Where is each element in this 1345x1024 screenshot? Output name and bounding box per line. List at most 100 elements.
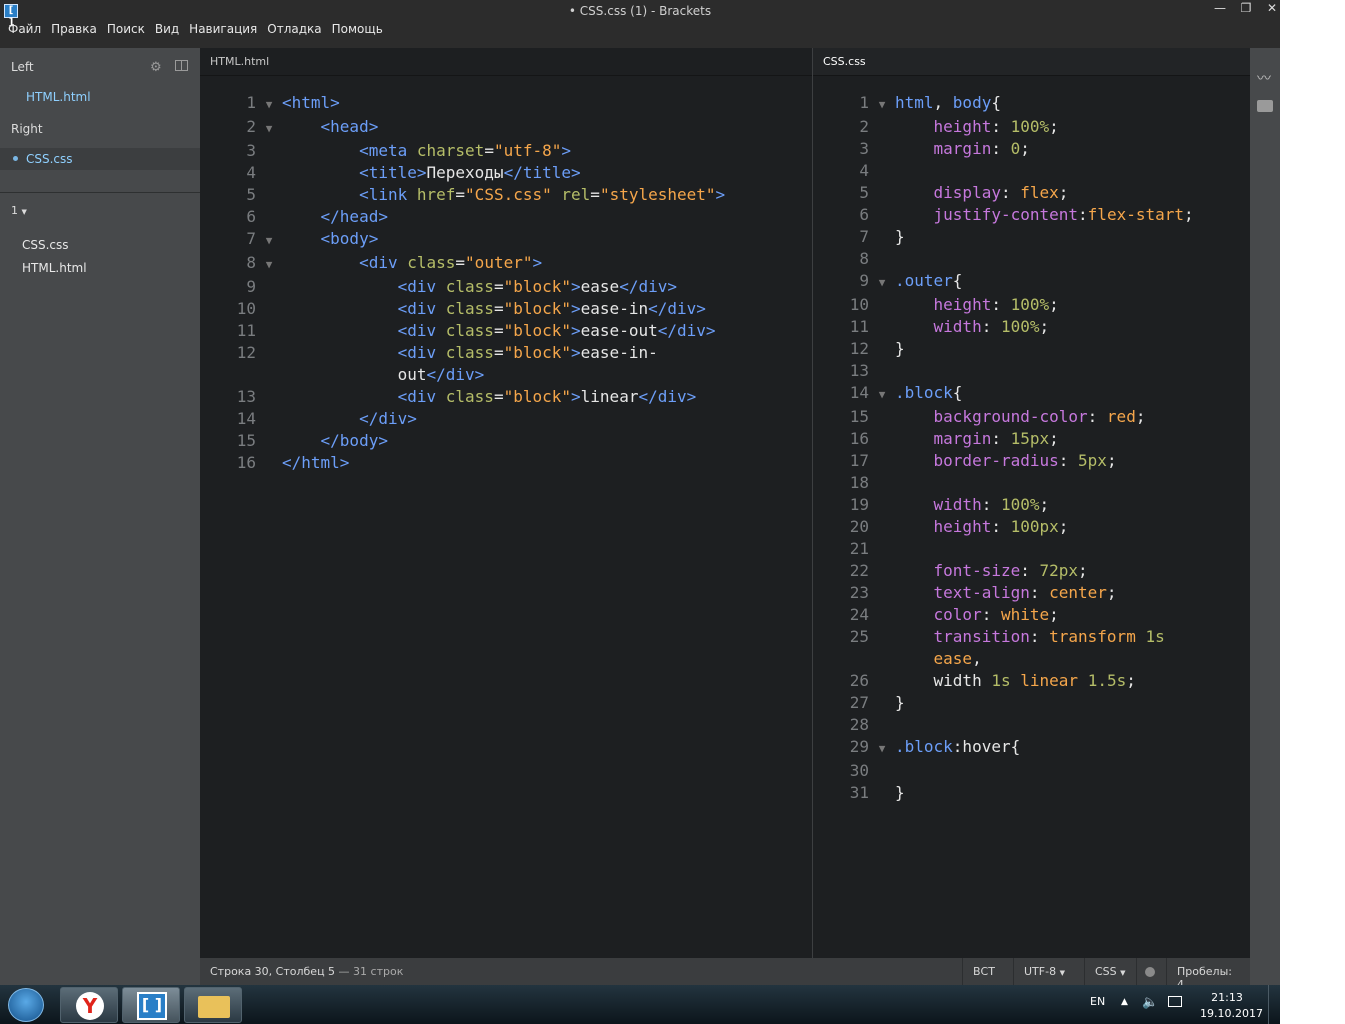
html-code-line[interactable]: 14 </div> bbox=[200, 408, 725, 430]
line-number: 3 bbox=[246, 141, 256, 160]
insert-mode-toggle[interactable]: ВСТ bbox=[962, 958, 1005, 985]
menu-debug[interactable]: Отладка bbox=[263, 22, 325, 36]
css-code-line[interactable]: 1 ▼ html, body{ bbox=[813, 92, 1194, 116]
start-button[interactable] bbox=[8, 988, 44, 1022]
left-editor-pane[interactable]: HTML.html 1 ▼ <html> 2 ▼ <head> 3 <meta chars… bbox=[200, 48, 812, 958]
html-code-line[interactable]: 4 <title>Переходы</title> bbox=[200, 162, 725, 184]
project-file-html[interactable]: HTML.html bbox=[22, 261, 87, 275]
fold-arrow-icon[interactable]: ▼ bbox=[256, 118, 282, 140]
css-code-line[interactable]: 4 bbox=[813, 160, 1194, 182]
gear-icon[interactable]: ⚙ bbox=[150, 60, 162, 75]
taskbar-yandex[interactable]: Y bbox=[60, 987, 118, 1023]
working-file-html[interactable]: HTML.html bbox=[26, 90, 91, 104]
taskbar-explorer[interactable] bbox=[184, 987, 242, 1023]
css-code-line[interactable]: 18 bbox=[813, 472, 1194, 494]
html-code-line[interactable]: 9 <div class="block">ease</div> bbox=[200, 276, 725, 298]
css-code-line[interactable]: 10 height: 100%; bbox=[813, 294, 1194, 316]
html-code-line[interactable]: 5 <link href="CSS.css" rel="stylesheet"> bbox=[200, 184, 725, 206]
html-code-line[interactable]: 15 </body> bbox=[200, 430, 725, 452]
encoding-select[interactable]: UTF-8 ▼ bbox=[1013, 958, 1075, 985]
css-code-line[interactable]: 23 text-align: center; bbox=[813, 582, 1194, 604]
menu-find[interactable]: Поиск bbox=[103, 22, 149, 36]
css-code-line[interactable]: 8 bbox=[813, 248, 1194, 270]
tray-expand-icon[interactable]: ▲ bbox=[1121, 997, 1128, 1007]
css-code-line[interactable]: 12} bbox=[813, 338, 1194, 360]
html-code-line[interactable]: 16 </html> bbox=[200, 452, 725, 474]
css-code-line[interactable]: 11 width: 100%; bbox=[813, 316, 1194, 338]
right-editor-pane[interactable]: CSS.css 1 ▼ html, body{2 height: 100%; 3 ma… bbox=[813, 48, 1250, 958]
html-code-line[interactable]: 7 ▼ <body> bbox=[200, 228, 725, 252]
css-code-line[interactable]: 25 transition: transform 1s bbox=[813, 626, 1194, 648]
html-code-line[interactable]: 10 <div class="block">ease-in</div> bbox=[200, 298, 725, 320]
html-code-line[interactable]: 8 ▼ <div class="outer"> bbox=[200, 252, 725, 276]
html-code-line[interactable]: 2 ▼ <head> bbox=[200, 116, 725, 140]
fold-arrow-icon[interactable]: ▼ bbox=[869, 94, 895, 116]
css-code-line[interactable]: 16 margin: 15px; bbox=[813, 428, 1194, 450]
indent-spaces[interactable]: Пробелы: 4 bbox=[1166, 958, 1250, 985]
network-icon[interactable] bbox=[1168, 996, 1182, 1007]
css-code-line[interactable]: 20 height: 100px; bbox=[813, 516, 1194, 538]
html-code-line[interactable]: 11 <div class="block">ease-out</div> bbox=[200, 320, 725, 342]
maximize-button[interactable]: ❐ bbox=[1233, 0, 1259, 18]
css-code-line[interactable]: ease, bbox=[813, 648, 1194, 670]
left-pane-tab[interactable]: HTML.html bbox=[200, 48, 812, 76]
css-code-line[interactable]: 28 bbox=[813, 714, 1194, 736]
css-code-line[interactable]: 22 font-size: 72px; bbox=[813, 560, 1194, 582]
html-code-line[interactable]: 3 <meta charset="utf-8"> bbox=[200, 140, 725, 162]
css-code-line[interactable]: 9 ▼ .outer{ bbox=[813, 270, 1194, 294]
menu-navigate[interactable]: Навигация bbox=[185, 22, 261, 36]
show-desktop-button[interactable] bbox=[1268, 985, 1280, 1024]
language-indicator[interactable]: EN bbox=[1090, 995, 1105, 1008]
css-code-line[interactable]: 15 background-color: red; bbox=[813, 406, 1194, 428]
html-code-line[interactable]: out</div> bbox=[200, 364, 725, 386]
html-code-editor[interactable]: 1 ▼ <html> 2 ▼ <head> 3 <meta charset="utf-8"… bbox=[200, 92, 725, 474]
css-code-line[interactable]: 17 border-radius: 5px; bbox=[813, 450, 1194, 472]
working-file-css[interactable]: CSS.css bbox=[26, 152, 73, 166]
menu-help[interactable]: Помощь bbox=[328, 22, 387, 36]
fold-arrow-icon[interactable]: ▼ bbox=[869, 738, 895, 760]
taskbar-brackets[interactable]: [ ] bbox=[122, 987, 180, 1023]
sidebar-divider bbox=[0, 192, 200, 193]
volume-icon[interactable]: 🔈 bbox=[1142, 995, 1158, 1010]
css-code-line[interactable]: 7} bbox=[813, 226, 1194, 248]
html-code-line[interactable]: 1 ▼ <html> bbox=[200, 92, 725, 116]
menu-view[interactable]: Вид bbox=[151, 22, 183, 36]
css-code-editor[interactable]: 1 ▼ html, body{2 height: 100%; 3 margin: 0;… bbox=[813, 92, 1194, 804]
language-select[interactable]: CSS ▼ bbox=[1084, 958, 1136, 985]
html-code-line[interactable]: 13 <div class="block">linear</div> bbox=[200, 386, 725, 408]
css-code-line[interactable]: 6 justify-content:flex-start; bbox=[813, 204, 1193, 226]
menu-file[interactable]: Файл bbox=[4, 22, 45, 36]
html-code-line[interactable]: 12 <div class="block">ease-in- bbox=[200, 342, 725, 364]
css-code-line[interactable]: 29 ▼ .block:hover{ bbox=[813, 736, 1194, 760]
css-code-line[interactable]: 21 bbox=[813, 538, 1194, 560]
menu-edit[interactable]: Правка bbox=[47, 22, 101, 36]
css-code-line[interactable]: 27} bbox=[813, 692, 1194, 714]
split-view-icon[interactable] bbox=[175, 60, 188, 71]
html-code-line[interactable]: 6 </head> bbox=[200, 206, 725, 228]
clock[interactable]: 21:13 19.10.2017 bbox=[1200, 990, 1263, 1022]
fold-arrow-icon[interactable]: ▼ bbox=[869, 272, 895, 294]
fold-arrow-icon[interactable]: ▼ bbox=[256, 94, 282, 116]
css-code-line[interactable]: 31} bbox=[813, 782, 1194, 804]
minimize-button[interactable]: — bbox=[1207, 0, 1233, 18]
css-code-line[interactable]: 19 width: 100%; bbox=[813, 494, 1194, 516]
project-file-css[interactable]: CSS.css bbox=[22, 238, 69, 252]
css-code-line[interactable]: 2 height: 100%; bbox=[813, 116, 1194, 138]
fold-arrow-icon[interactable]: ▼ bbox=[256, 230, 282, 252]
title-bar: [ ] • CSS.css (1) - Brackets — ❐ ✕ Файл … bbox=[0, 0, 1280, 48]
close-button[interactable]: ✕ bbox=[1259, 0, 1280, 18]
css-code-line[interactable]: 26 width 1s linear 1.5s; bbox=[813, 670, 1194, 692]
css-code-line[interactable]: 5 display: flex; bbox=[813, 182, 1194, 204]
fold-arrow-icon[interactable]: ▼ bbox=[869, 384, 895, 406]
extension-manager-icon[interactable] bbox=[1257, 100, 1273, 112]
line-number: 27 bbox=[849, 693, 869, 712]
right-pane-tab[interactable]: CSS.css bbox=[813, 48, 1250, 76]
live-preview-icon[interactable]: 〰 bbox=[1257, 68, 1271, 88]
css-code-line[interactable]: 24 color: white; bbox=[813, 604, 1194, 626]
css-code-line[interactable]: 14 ▼ .block{ bbox=[813, 382, 1194, 406]
project-dropdown[interactable]: 1 ▼ bbox=[11, 204, 27, 217]
css-code-line[interactable]: 30 bbox=[813, 760, 1194, 782]
css-code-line[interactable]: 3 margin: 0; bbox=[813, 138, 1194, 160]
fold-arrow-icon[interactable]: ▼ bbox=[256, 254, 282, 276]
css-code-line[interactable]: 13 bbox=[813, 360, 1194, 382]
